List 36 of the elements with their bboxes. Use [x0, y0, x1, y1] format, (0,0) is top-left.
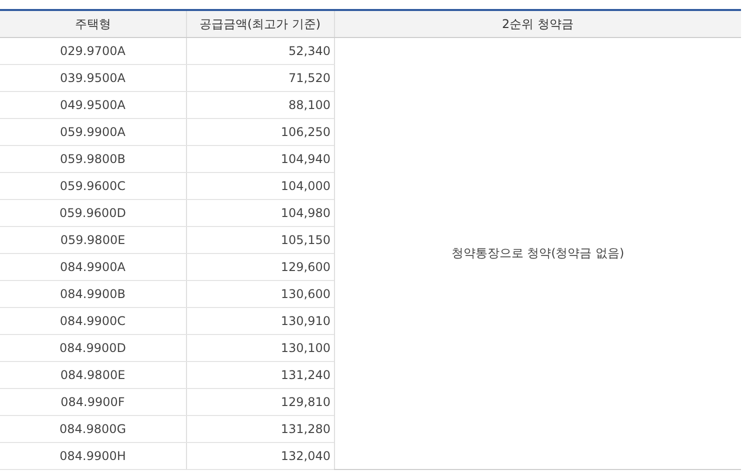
column-header: 주택형: [0, 10, 186, 38]
table-cell: 청약통장으로 청약(청약금 없음): [451, 246, 624, 260]
table-cell: 104,940: [186, 146, 334, 172]
table-cell: 105,150: [186, 226, 334, 254]
table-cell: 084.9900A: [0, 254, 186, 280]
table-cell: 084.9900H: [0, 442, 186, 470]
table-cell: 88,100: [186, 92, 334, 118]
table-cell: 131,240: [186, 362, 334, 388]
table-cell: 129,600: [186, 254, 334, 280]
table-cell: 104,980: [186, 200, 334, 226]
table-cell: 130,600: [186, 280, 334, 308]
table-cell: 104,000: [186, 172, 334, 200]
table-cell: 132,040: [186, 442, 334, 470]
table-cell: 084.9800E: [0, 362, 186, 388]
table-cell: 084.9900F: [0, 388, 186, 416]
table-cell: 059.9600D: [0, 200, 186, 226]
table-cell: 059.9800E: [0, 226, 186, 254]
table-cell: 52,340: [186, 38, 334, 64]
column-header: 공급금액(최고가 기준): [186, 10, 334, 38]
table-cell: 129,810: [186, 388, 334, 416]
table-cell: 039.9500A: [0, 64, 186, 92]
table-cell: 130,100: [186, 334, 334, 362]
table-cell: 059.9900A: [0, 118, 186, 146]
table-cell: 084.9900C: [0, 308, 186, 334]
table-cell: 71,520: [186, 64, 334, 92]
table-cell: 029.9700A: [0, 38, 186, 64]
table-cell: 049.9500A: [0, 92, 186, 118]
table-cell: 131,280: [186, 416, 334, 442]
table-cell: 084.9900B: [0, 280, 186, 308]
table-cell: 130,910: [186, 308, 334, 334]
table-cell: 106,250: [186, 118, 334, 146]
table-cell: 084.9800G: [0, 416, 186, 442]
column-header: 2순위 청약금: [334, 10, 741, 38]
table-cell: 059.9600C: [0, 172, 186, 200]
table-cell: 084.9900D: [0, 334, 186, 362]
table-cell: 059.9800B: [0, 146, 186, 172]
